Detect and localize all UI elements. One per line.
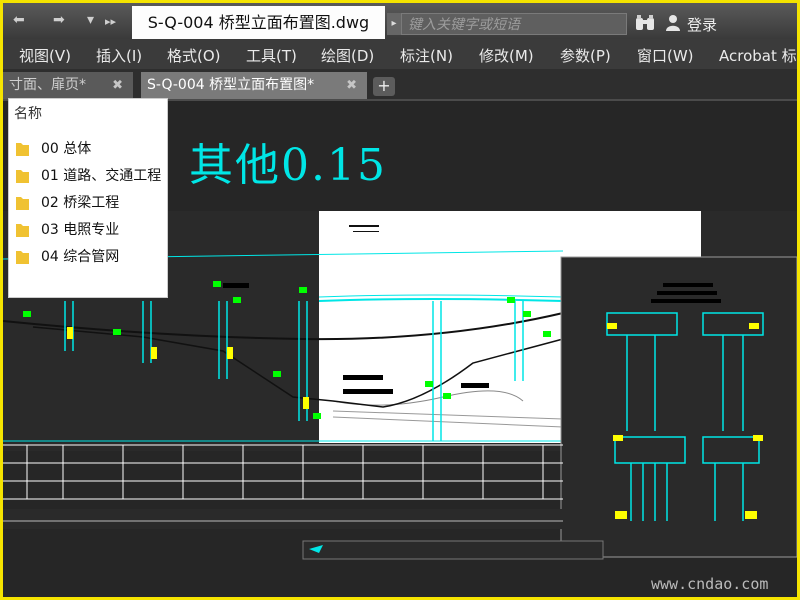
autocad-window: ⬅ ➡ ▾ ▸▸ S-Q-004 桥型立面布置图.dwg ▸ 键入关键字或短语 …: [3, 3, 797, 597]
folder-icon: [16, 251, 29, 264]
menu-format[interactable]: 格式(O): [167, 45, 221, 66]
folder-name: 02 桥梁工程: [41, 195, 120, 211]
menu-parameter[interactable]: 参数(P): [560, 45, 611, 66]
search-expand-icon[interactable]: ▸: [387, 13, 401, 35]
folder-icon: [16, 170, 29, 183]
menu-window[interactable]: 窗口(W): [637, 45, 694, 66]
tab-label: 寸面、扉页*: [9, 77, 86, 93]
folder-icon: [16, 224, 29, 237]
close-icon[interactable]: ✖: [346, 72, 357, 99]
watermark: www.cndao.com: [651, 575, 769, 593]
list-item[interactable]: 04 综合管网: [16, 246, 119, 268]
tab-label: S-Q-004 桥型立面布置图*: [147, 77, 315, 93]
folder-name: 01 道路、交通工程: [41, 168, 162, 184]
list-item[interactable]: 01 道路、交通工程: [16, 165, 161, 187]
folder-name: 00 总体: [41, 141, 92, 157]
menu-view[interactable]: 视图(V): [19, 45, 71, 66]
new-tab-button[interactable]: +: [373, 77, 395, 96]
title-bar: ⬅ ➡ ▾ ▸▸ S-Q-004 桥型立面布置图.dwg ▸ 键入关键字或短语 …: [3, 3, 797, 39]
user-icon[interactable]: [665, 14, 681, 32]
folder-name: 03 电照专业: [41, 222, 120, 238]
folder-list-popup: 名称 00 总体 01 道路、交通工程 02 桥梁工程 03 电照专业 04 综…: [8, 98, 168, 298]
menu-dimension[interactable]: 标注(N): [400, 45, 453, 66]
tab-cover-page[interactable]: 寸面、扉页* ✖: [3, 72, 133, 99]
folder-name: 04 综合管网: [41, 249, 120, 265]
back-arrow-icon[interactable]: ⬅: [13, 12, 25, 28]
chevron-down-icon[interactable]: ▾: [87, 12, 94, 28]
list-item[interactable]: 00 总体: [16, 138, 91, 160]
document-title: S-Q-004 桥型立面布置图.dwg: [132, 6, 385, 39]
forward-arrow-icon[interactable]: ➡: [53, 12, 65, 28]
menu-modify[interactable]: 修改(M): [479, 45, 534, 66]
search-input[interactable]: 键入关键字或短语: [401, 13, 627, 35]
expand-toolbar-icon[interactable]: ▸▸: [105, 15, 116, 28]
close-icon[interactable]: ✖: [112, 72, 123, 99]
folder-icon: [16, 197, 29, 210]
drawing-text-label: 3 其他0.15: [143, 140, 387, 191]
tab-bridge-elevation[interactable]: S-Q-004 桥型立面布置图* ✖: [141, 72, 367, 99]
menu-insert[interactable]: 插入(I): [96, 45, 142, 66]
menu-tools[interactable]: 工具(T): [246, 45, 297, 66]
menu-bar: 视图(V) 插入(I) 格式(O) 工具(T) 绘图(D) 标注(N) 修改(M…: [3, 39, 797, 69]
list-item[interactable]: 02 桥梁工程: [16, 192, 119, 214]
folder-icon: [16, 143, 29, 156]
login-button[interactable]: 登录: [687, 14, 717, 35]
menu-acrobat[interactable]: Acrobat 标: [719, 45, 797, 66]
binoculars-icon[interactable]: [635, 14, 655, 32]
file-tab-bar: 寸面、扉页* ✖ S-Q-004 桥型立面布置图* ✖ +: [3, 69, 797, 101]
name-column-header: 名称: [14, 106, 42, 122]
menu-draw[interactable]: 绘图(D): [321, 45, 374, 66]
list-item[interactable]: 03 电照专业: [16, 219, 119, 241]
